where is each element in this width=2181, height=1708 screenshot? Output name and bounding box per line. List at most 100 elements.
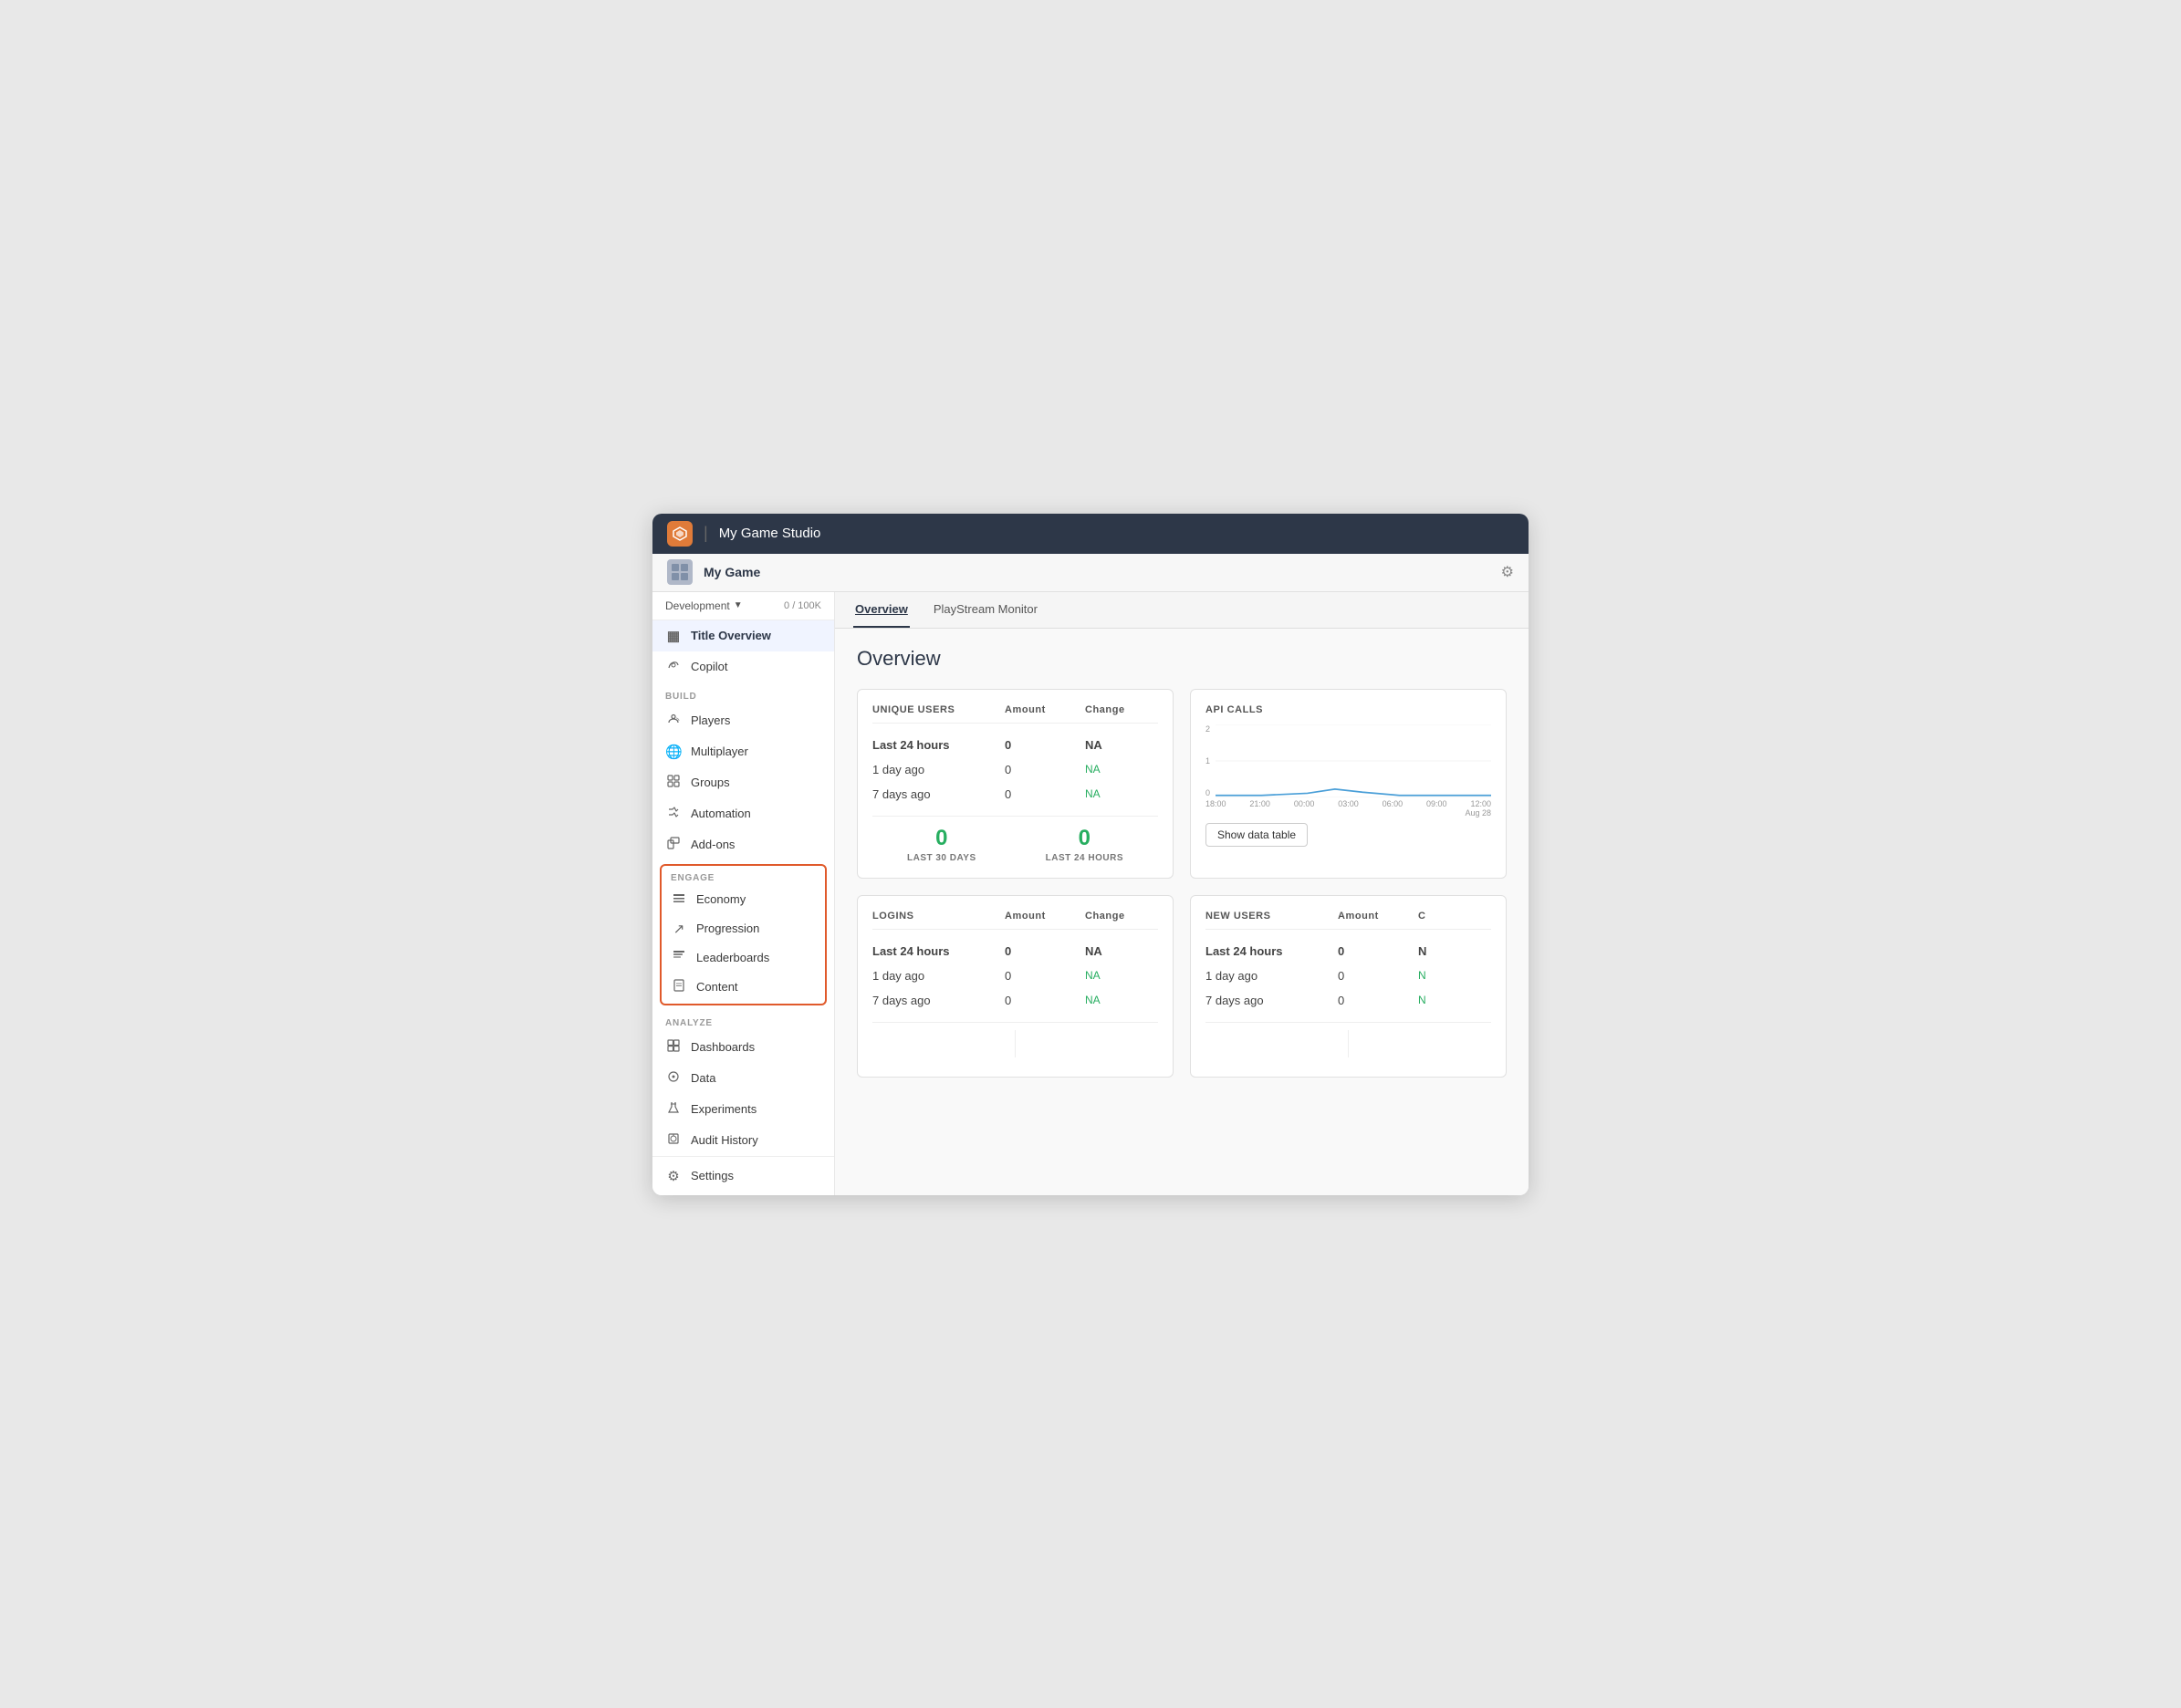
- new-users-mini-chart: [1205, 1030, 1491, 1057]
- logins-header: LOGINS Amount Change: [872, 911, 1158, 930]
- row-change: NA: [1085, 738, 1158, 752]
- automation-icon: [665, 806, 682, 822]
- dashboards-icon: [665, 1039, 682, 1056]
- new-users-col-change: C: [1418, 911, 1491, 922]
- cards-row-1: UNIQUE USERS Amount Change Last 24 hours…: [857, 689, 1507, 879]
- sub-header: My Game ⚙: [652, 554, 1529, 592]
- leaderboards-icon: [671, 950, 687, 966]
- unique-users-col-change: Change: [1085, 704, 1158, 715]
- row-label: 1 day ago: [872, 969, 997, 983]
- x-label-21: 21:00: [1249, 799, 1270, 808]
- x-label-09: 09:00: [1426, 799, 1447, 808]
- sidebar-item-dashboards[interactable]: Dashboards: [652, 1032, 834, 1063]
- players-icon: [665, 713, 682, 729]
- sidebar-item-leaderboards[interactable]: Leaderboards: [662, 943, 825, 973]
- content-area: Overview UNIQUE USERS Amount Change Last…: [835, 629, 1529, 1195]
- top-bar: | My Game Studio: [652, 514, 1529, 554]
- unique-users-col-amount: Amount: [1005, 704, 1078, 715]
- x-label-18: 18:00: [1205, 799, 1226, 808]
- unique-users-row-2: 7 days ago 0 NA: [872, 782, 1158, 807]
- sidebar-item-data[interactable]: Data: [652, 1063, 834, 1094]
- sidebar-item-label: Leaderboards: [696, 951, 769, 964]
- game-icon: [667, 559, 693, 585]
- app-window: | My Game Studio My Game ⚙ Development ▼…: [652, 514, 1529, 1195]
- logins-mini-chart: [872, 1030, 1158, 1057]
- tab-bar: Overview PlayStream Monitor: [835, 592, 1529, 629]
- last-30-days-label: LAST 30 DAYS: [907, 853, 976, 863]
- sidebar-item-automation[interactable]: Automation: [652, 798, 834, 829]
- new-users-card: NEW USERS Amount C Last 24 hours 0 N 1 d…: [1190, 895, 1507, 1078]
- data-icon: [665, 1070, 682, 1087]
- row-amount: 0: [1005, 969, 1078, 983]
- sidebar-item-label: Experiments: [691, 1102, 757, 1116]
- sidebar-item-experiments[interactable]: Experiments: [652, 1094, 834, 1125]
- sidebar-item-label: Multiplayer: [691, 745, 748, 758]
- x-label-12: 12:00: [1470, 799, 1491, 808]
- sidebar-item-label: Content: [696, 980, 738, 994]
- sidebar-item-label: Progression: [696, 922, 759, 935]
- env-label: Development: [665, 599, 730, 612]
- cards-row-2: LOGINS Amount Change Last 24 hours 0 NA …: [857, 895, 1507, 1078]
- row-change: N: [1418, 944, 1491, 958]
- tab-playstream-monitor[interactable]: PlayStream Monitor: [932, 592, 1039, 628]
- new-users-row-1: 1 day ago 0 N: [1205, 963, 1491, 988]
- sidebar-item-content[interactable]: Content: [662, 973, 825, 1002]
- last-30-days-num: 0: [907, 826, 976, 851]
- sidebar-item-label: Settings: [691, 1169, 734, 1182]
- row-change: N: [1418, 994, 1491, 1007]
- experiments-icon: [665, 1101, 682, 1118]
- sidebar-item-groups[interactable]: Groups: [652, 767, 834, 798]
- sidebar-item-title-overview[interactable]: ▦ Title Overview: [652, 620, 834, 651]
- engage-section: ENGAGE Economy ↗ Progression: [660, 864, 827, 1005]
- sidebar-settings-section: ⚙ Settings: [652, 1156, 834, 1195]
- unique-users-totals: 0 LAST 30 DAYS 0 LAST 24 HOURS: [872, 816, 1158, 863]
- logins-col-amount: Amount: [1005, 911, 1078, 922]
- api-calls-chart-svg: [1216, 724, 1491, 797]
- new-users-row-2: 7 days ago 0 N: [1205, 988, 1491, 1013]
- sidebar-item-progression[interactable]: ↗ Progression: [662, 914, 825, 943]
- logins-card: LOGINS Amount Change Last 24 hours 0 NA …: [857, 895, 1174, 1078]
- new-users-header: NEW USERS Amount C: [1205, 911, 1491, 930]
- y-label-2: 2: [1205, 724, 1210, 734]
- row-label: Last 24 hours: [872, 738, 997, 752]
- copilot-icon: [665, 659, 682, 675]
- new-users-col-amount: Amount: [1338, 911, 1411, 922]
- right-panel: Overview PlayStream Monitor Overview UNI…: [835, 592, 1529, 1195]
- tab-overview[interactable]: Overview: [853, 592, 910, 628]
- sidebar-item-multiplayer[interactable]: 🌐 Multiplayer: [652, 736, 834, 767]
- build-section-label: BUILD: [652, 682, 834, 705]
- last-30-days-stat: 0 LAST 30 DAYS: [907, 826, 976, 863]
- multiplayer-icon: 🌐: [665, 744, 682, 760]
- row-change: N: [1418, 969, 1491, 983]
- sidebar-item-label: Add-ons: [691, 838, 735, 851]
- env-selector[interactable]: Development ▼ 0 / 100K: [652, 592, 834, 620]
- row-change: NA: [1085, 763, 1158, 776]
- chevron-down-icon: ▼: [734, 600, 743, 610]
- last-24-hours-label: LAST 24 HOURS: [1046, 853, 1123, 863]
- row-amount: 0: [1005, 787, 1078, 801]
- sidebar-item-label: Groups: [691, 776, 730, 789]
- show-data-table-button[interactable]: Show data table: [1205, 823, 1308, 847]
- sidebar-item-audit-history[interactable]: Audit History: [652, 1125, 834, 1156]
- row-change: NA: [1085, 969, 1158, 983]
- sidebar-item-economy[interactable]: Economy: [662, 885, 825, 914]
- chart-date: Aug 28: [1465, 808, 1491, 818]
- addons-icon: [665, 837, 682, 853]
- logins-row-0: Last 24 hours 0 NA: [872, 939, 1158, 963]
- sidebar-item-copilot[interactable]: Copilot: [652, 651, 834, 682]
- chart-area: 2 1 0: [1205, 724, 1491, 816]
- row-label: 7 days ago: [1205, 994, 1331, 1007]
- sidebar-item-addons[interactable]: Add-ons: [652, 829, 834, 860]
- chart-x-labels: 18:00 21:00 00:00 03:00 06:00 09:00 12:0…: [1205, 799, 1491, 808]
- sidebar-item-label: Copilot: [691, 660, 727, 673]
- sidebar-item-settings[interactable]: ⚙ Settings: [652, 1161, 834, 1192]
- main-layout: Development ▼ 0 / 100K ▦ Title Overview: [652, 592, 1529, 1195]
- engage-section-label: ENGAGE: [662, 868, 825, 885]
- audit-history-icon: [665, 1132, 682, 1149]
- sidebar-item-players[interactable]: Players: [652, 705, 834, 736]
- row-amount: 0: [1005, 944, 1078, 958]
- sidebar-item-label: Title Overview: [691, 629, 771, 642]
- game-settings-icon[interactable]: ⚙: [1501, 563, 1514, 581]
- progression-icon: ↗: [671, 921, 687, 937]
- sidebar-item-label: Automation: [691, 807, 751, 820]
